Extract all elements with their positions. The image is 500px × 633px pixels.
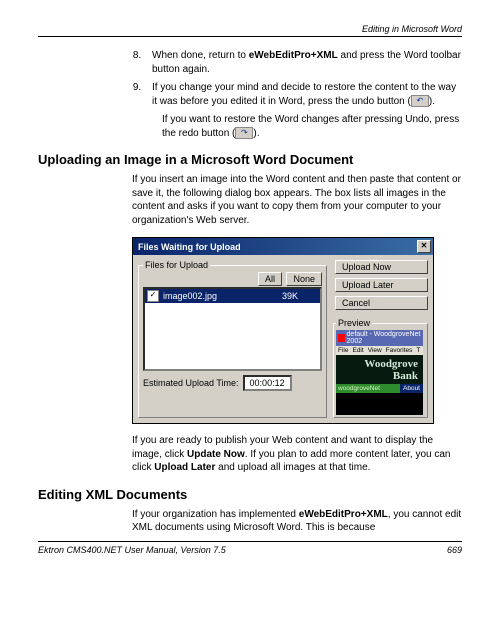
file-name: image002.jpg	[163, 291, 217, 301]
section-uploading-heading: Uploading an Image in a Microsoft Word D…	[38, 152, 462, 167]
dialog-screenshot: Files Waiting for Upload ✕ Files for Upl…	[132, 237, 462, 424]
list-item-8-text: When done, return to eWebEditPro+XML and…	[152, 50, 461, 75]
preview-menubar: File Edit View Favorites T	[336, 346, 423, 355]
preview-image: default - WoodgroveNet 2002 File Edit Vi…	[336, 330, 423, 415]
list-item-9: If you change your mind and decide to re…	[144, 81, 462, 108]
upload-time-label: Estimated Upload Time:	[143, 378, 239, 388]
list-item-8: When done, return to eWebEditPro+XML and…	[144, 49, 462, 76]
preview-group: Preview default - WoodgroveNet 2002 File…	[333, 318, 428, 418]
footer-rule	[38, 541, 462, 542]
page-number: 669	[447, 545, 462, 555]
dialog-title: Files Waiting for Upload	[138, 242, 241, 252]
preview-banner: Woodgrove Bank	[336, 355, 423, 384]
files-for-upload-group: Files for Upload All None ✓ image002.jpg…	[138, 260, 327, 418]
redo-text-b: ).	[253, 128, 259, 139]
all-button[interactable]: All	[258, 272, 282, 286]
upload-time-row: Estimated Upload Time: 00:00:12	[143, 375, 322, 391]
ie-icon	[338, 334, 345, 342]
preview-nav: woodgroveNet About	[336, 384, 423, 393]
close-icon[interactable]: ✕	[417, 240, 431, 253]
upload-time-value: 00:00:12	[243, 375, 292, 391]
cancel-button[interactable]: Cancel	[335, 296, 428, 310]
footer-manual-title: Ektron CMS400.NET User Manual, Version 7…	[38, 545, 226, 555]
redo-icon: ↷	[235, 127, 253, 139]
numbered-list: When done, return to eWebEditPro+XML and…	[144, 49, 462, 108]
none-button[interactable]: None	[286, 272, 322, 286]
section-editing-xml-heading: Editing XML Documents	[38, 487, 462, 502]
list-item-9-followup: If you want to restore the Word changes …	[162, 113, 462, 140]
section-uploading-after: If you are ready to publish your Web con…	[132, 434, 462, 475]
header-rule	[38, 36, 462, 37]
dialog-titlebar: Files Waiting for Upload ✕	[133, 238, 433, 255]
preview-legend: Preview	[336, 318, 372, 328]
redo-text-a: If you want to restore the Word changes …	[162, 114, 459, 139]
upload-later-button[interactable]: Upload Later	[335, 278, 428, 292]
file-size: 39K	[282, 291, 318, 301]
file-list[interactable]: ✓ image002.jpg 39K	[143, 287, 322, 371]
upload-now-button[interactable]: Upload Now	[335, 260, 428, 274]
checkbox-icon[interactable]: ✓	[147, 290, 159, 302]
list-item-9-text-b: ).	[429, 96, 435, 107]
running-header: Editing in Microsoft Word	[38, 24, 462, 34]
section-uploading-para: If you insert an image into the Word con…	[132, 173, 462, 227]
preview-window-title: default - WoodgroveNet 2002	[336, 330, 423, 346]
files-legend: Files for Upload	[143, 260, 210, 270]
file-row[interactable]: ✓ image002.jpg 39K	[145, 289, 320, 303]
undo-icon: ↶	[411, 95, 429, 107]
section-editing-xml-para: If your organization has implemented eWe…	[132, 508, 462, 535]
